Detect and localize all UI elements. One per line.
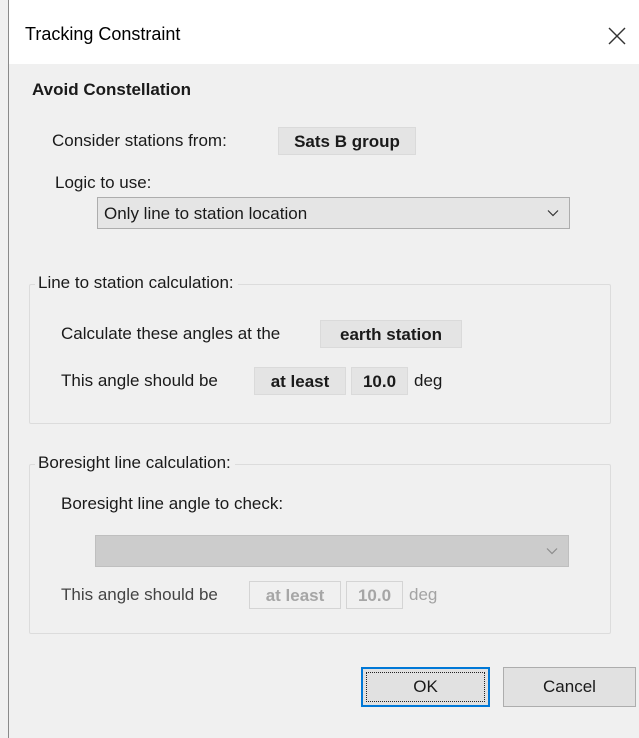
boresight-angle-prefix-label: This angle should be: [61, 585, 218, 604]
logic-dropdown[interactable]: Only line to station location: [97, 197, 570, 229]
logic-dropdown-value: Only line to station location: [104, 204, 308, 223]
angle-value[interactable]: 10.0: [351, 367, 408, 395]
window-edge: [8, 0, 9, 738]
boresight-legend: Boresight line calculation:: [35, 453, 235, 473]
boresight-angle-unit: deg: [409, 585, 438, 604]
ok-button[interactable]: OK: [361, 667, 490, 707]
boresight-comparison-value[interactable]: at least: [249, 581, 341, 609]
boresight-check-label: Boresight line angle to check:: [61, 494, 284, 513]
comparison-value[interactable]: at least: [254, 367, 346, 395]
boresight-dropdown[interactable]: [95, 535, 569, 567]
consider-stations-label: Consider stations from:: [52, 131, 227, 150]
cancel-button[interactable]: Cancel: [503, 667, 636, 707]
angle-unit: deg: [414, 371, 443, 390]
chevron-down-icon: [546, 548, 558, 555]
angles-location-value[interactable]: earth station: [320, 320, 462, 348]
tracking-constraint-dialog: Tracking Constraint Avoid Constellation …: [0, 0, 639, 738]
line-calc-legend: Line to station calculation:: [35, 273, 238, 293]
window-title: Tracking Constraint: [25, 24, 181, 44]
boresight-angle-value[interactable]: 10.0: [346, 581, 403, 609]
title-bar: Tracking Constraint: [9, 0, 639, 64]
cancel-button-label: Cancel: [543, 677, 596, 696]
consider-stations-value[interactable]: Sats B group: [278, 127, 416, 155]
close-button[interactable]: [595, 16, 639, 56]
close-icon: [608, 27, 626, 45]
line-calc-group: [29, 284, 611, 424]
logic-label: Logic to use:: [55, 173, 152, 192]
chevron-down-icon: [547, 210, 559, 217]
focus-ring: [366, 672, 485, 702]
angles-label: Calculate these angles at the: [61, 324, 281, 343]
section-title: Avoid Constellation: [32, 80, 191, 99]
angle-prefix-label: This angle should be: [61, 371, 218, 390]
